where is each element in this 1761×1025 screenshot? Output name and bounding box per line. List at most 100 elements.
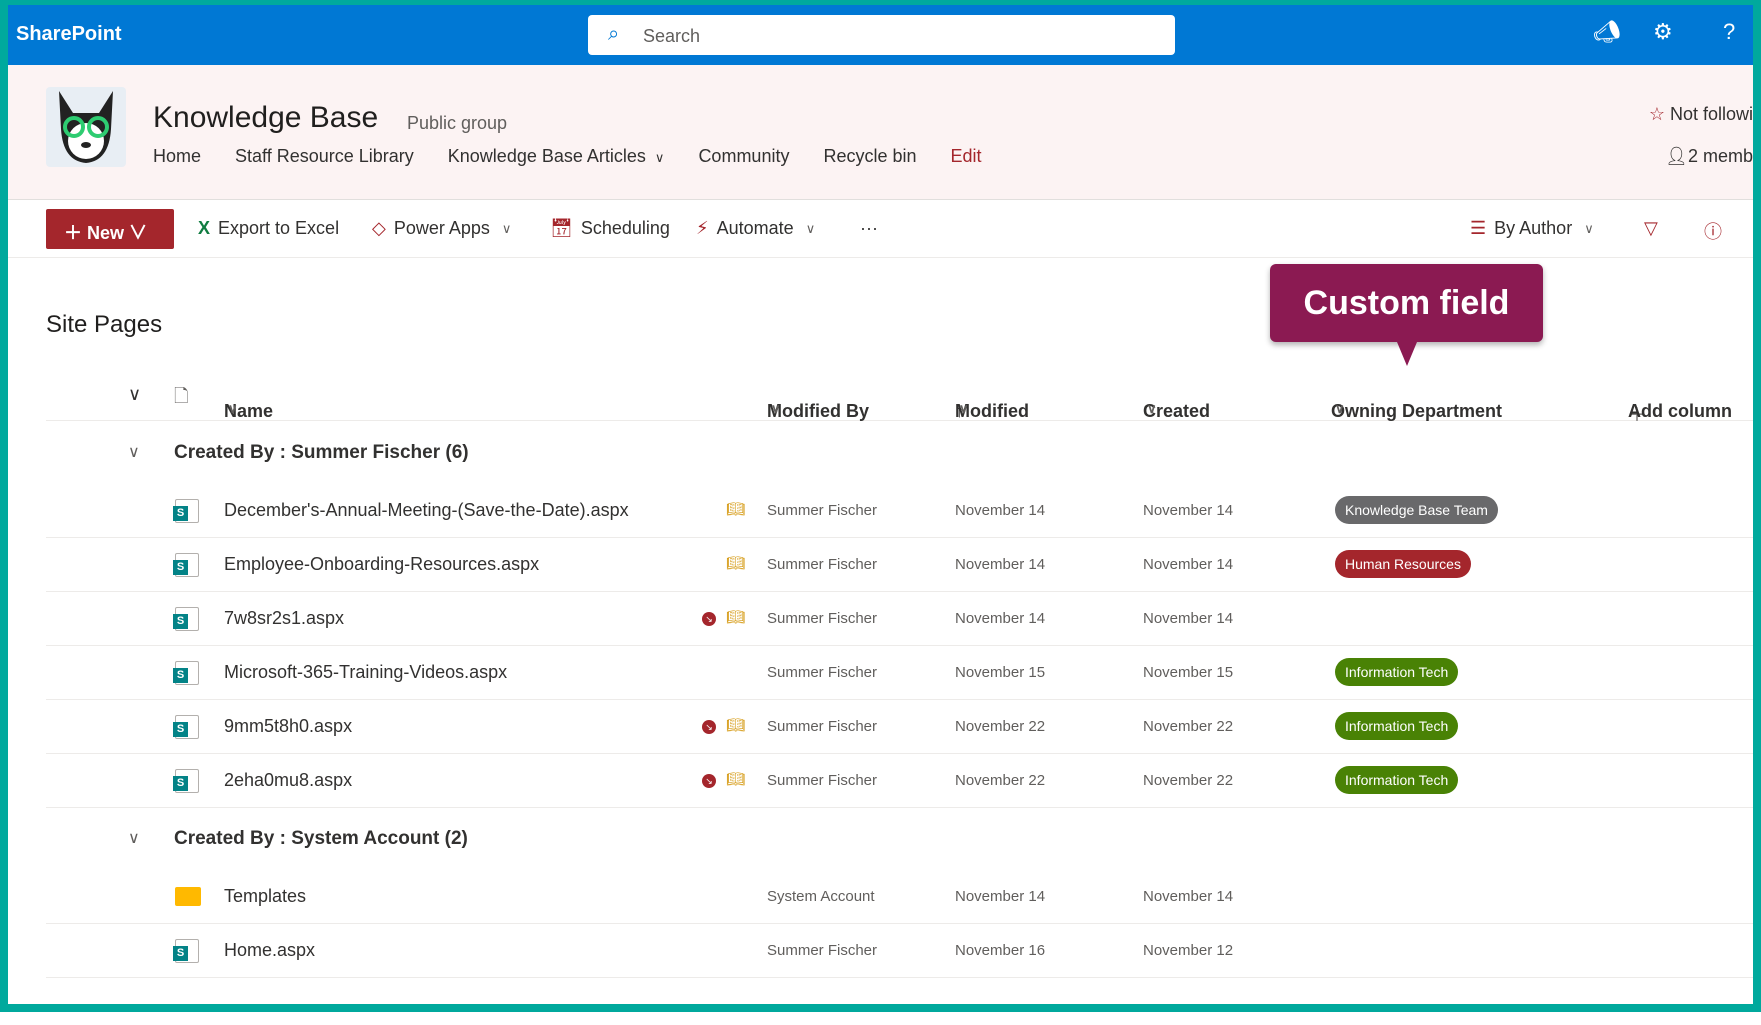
folder-icon — [175, 887, 201, 906]
group-header[interactable]: ∨ Created By : Summer Fischer (6) — [46, 426, 1753, 480]
table-row[interactable]: S 7w8sr2s1.aspx ↘ 📖︎ Summer Fischer Nove… — [46, 592, 1753, 646]
table-row[interactable]: S Home.aspx Summer Fischer November 16 N… — [46, 924, 1753, 978]
site-title: Knowledge Base — [153, 101, 379, 134]
chevron-down-icon[interactable]: ∨ — [128, 828, 140, 848]
file-name[interactable]: Templates — [224, 886, 306, 907]
alert-icon[interactable]: ↘ — [702, 720, 716, 734]
file-name[interactable]: 9mm5t8h0.aspx — [224, 716, 352, 737]
file-name[interactable]: 7w8sr2s1.aspx — [224, 608, 344, 629]
table-row[interactable]: Templates System Account November 14 Nov… — [46, 870, 1753, 924]
book-icon[interactable]: 📖︎ — [726, 770, 745, 788]
sharepoint-page-icon: S — [173, 607, 199, 631]
modified-date: November 14 — [955, 556, 1046, 573]
modified-by[interactable]: Summer Fischer — [767, 942, 877, 959]
created-date: November 15 — [1143, 664, 1234, 681]
modified-date: November 15 — [955, 664, 1046, 681]
sharepoint-page-icon: S — [173, 769, 199, 793]
modified-by[interactable]: Summer Fischer — [767, 556, 877, 573]
power-apps-button[interactable]: ◇ Power Apps ∨ — [372, 218, 511, 239]
site-nav: Home Staff Resource Library Knowledge Ba… — [153, 146, 982, 167]
file-name[interactable]: Employee-Onboarding-Resources.aspx — [224, 554, 539, 575]
follow-button[interactable]: ☆ Not followi — [1649, 104, 1753, 125]
modified-date: November 22 — [955, 718, 1046, 735]
site-logo[interactable] — [46, 87, 126, 167]
column-headers: ∨ 🗋 Name ∨ Modified By ∨ Modified ↑ ∨ Creat… — [46, 367, 1753, 425]
view-label: By Author — [1494, 218, 1573, 238]
app-brand[interactable]: SharePoint — [16, 23, 122, 46]
table-row[interactable]: S Microsoft-365-Training-Videos.aspx Sum… — [46, 646, 1753, 700]
gear-icon[interactable]: ⚙ — [1653, 19, 1673, 45]
col-label: Modified By — [767, 401, 869, 421]
new-label: New — [87, 223, 125, 243]
scheduling-button[interactable]: 📅︎ Scheduling — [550, 218, 670, 239]
app-frame: SharePoint ⌕ Search 📣︎ ⚙ ? Knowledge Base… — [0, 0, 1761, 1012]
filter-icon[interactable]: ▽ — [1644, 218, 1658, 239]
group-header[interactable]: ∨ Created By : System Account (2) — [46, 812, 1753, 866]
sharepoint-page-icon: S — [173, 715, 199, 739]
nav-community[interactable]: Community — [698, 146, 789, 167]
department-badge: Information Tech — [1335, 766, 1459, 794]
members-button[interactable]: 👤︎2 memb — [1665, 146, 1753, 167]
search-icon: ⌕ — [608, 23, 620, 45]
col-label: Owning Department — [1331, 401, 1503, 421]
nav-label: Knowledge Base Articles — [447, 146, 646, 166]
export-to-excel-button[interactable]: X Export to Excel — [198, 218, 339, 239]
nav-knowledge-base-articles[interactable]: Knowledge Base Articles ∨ — [448, 146, 665, 167]
book-icon[interactable]: 📖︎ — [726, 500, 745, 518]
table-row[interactable]: S 2eha0mu8.aspx ↘ 📖︎ Summer Fischer Nove… — [46, 754, 1753, 808]
nav-staff-resource-library[interactable]: Staff Resource Library — [235, 146, 414, 167]
created-date: November 14 — [1143, 610, 1234, 627]
department-badge: Information Tech — [1335, 658, 1459, 686]
scheduling-label: Scheduling — [580, 218, 670, 238]
person-icon: 👤︎ — [1665, 146, 1688, 166]
modified-by[interactable]: System Account — [767, 888, 875, 905]
megaphone-icon[interactable]: 📣︎ — [1593, 19, 1621, 45]
book-icon[interactable]: 📖︎ — [726, 608, 745, 626]
file-name[interactable]: December's-Annual-Meeting-(Save-the-Date… — [224, 500, 629, 521]
file-name[interactable]: 2eha0mu8.aspx — [224, 770, 352, 791]
file-name[interactable]: Microsoft-365-Training-Videos.aspx — [224, 662, 507, 683]
search-input[interactable]: ⌕ Search — [588, 15, 1175, 55]
file-type-icon[interactable]: 🗋 — [174, 384, 188, 414]
created-date: November 14 — [1143, 502, 1234, 519]
help-icon[interactable]: ? — [1723, 19, 1735, 45]
modified-by[interactable]: Summer Fischer — [767, 772, 877, 789]
members-label: 2 memb — [1687, 146, 1753, 166]
nav-edit[interactable]: Edit — [951, 146, 982, 167]
file-name[interactable]: Home.aspx — [224, 940, 315, 961]
book-icon[interactable]: 📖︎ — [726, 716, 745, 734]
department-badge: Knowledge Base Team — [1335, 496, 1498, 524]
nav-recycle-bin[interactable]: Recycle bin — [823, 146, 916, 167]
chevron-down-icon: ∨ — [501, 220, 512, 236]
modified-by[interactable]: Summer Fischer — [767, 718, 877, 735]
modified-by[interactable]: Summer Fischer — [767, 610, 877, 627]
list-icon: ☰ — [1470, 218, 1487, 238]
new-button[interactable]: ＋ New ∨ — [46, 209, 174, 249]
view-selector[interactable]: ☰ By Author ∨ — [1470, 218, 1594, 239]
table-row[interactable]: S December's-Annual-Meeting-(Save-the-Da… — [46, 484, 1753, 538]
chevron-down-icon[interactable]: ∨ — [128, 442, 140, 462]
flow-icon: ⚡︎ — [696, 218, 709, 238]
created-date: November 12 — [1143, 942, 1234, 959]
nav-home[interactable]: Home — [153, 146, 201, 167]
modified-date: November 14 — [955, 502, 1046, 519]
chevron-down-icon: ∨ — [1584, 220, 1594, 236]
excel-icon: X — [198, 218, 211, 238]
modified-by[interactable]: Summer Fischer — [767, 502, 877, 519]
col-label: Add column — [1628, 401, 1732, 421]
group-label: Created By : System Account (2) — [174, 828, 468, 849]
more-button[interactable]: ··· — [860, 218, 878, 239]
modified-date: November 22 — [955, 772, 1046, 789]
info-icon[interactable]: ⓘ — [1704, 218, 1722, 244]
book-icon[interactable]: 📖︎ — [726, 554, 745, 572]
alert-icon[interactable]: ↘ — [702, 774, 716, 788]
chevron-down-icon: ∨ — [805, 220, 816, 236]
automate-button[interactable]: ⚡︎ Automate ∨ — [696, 218, 815, 239]
modified-by[interactable]: Summer Fischer — [767, 664, 877, 681]
alert-icon[interactable]: ↘ — [702, 612, 716, 626]
table-row[interactable]: S 9mm5t8h0.aspx ↘ 📖︎ Summer Fischer Nove… — [46, 700, 1753, 754]
follow-label: Not followi — [1669, 104, 1753, 124]
table-row[interactable]: S Employee-Onboarding-Resources.aspx 📖︎ … — [46, 538, 1753, 592]
collapse-all-chevron-icon[interactable]: ∨ — [128, 384, 141, 405]
created-date: November 14 — [1143, 888, 1234, 905]
